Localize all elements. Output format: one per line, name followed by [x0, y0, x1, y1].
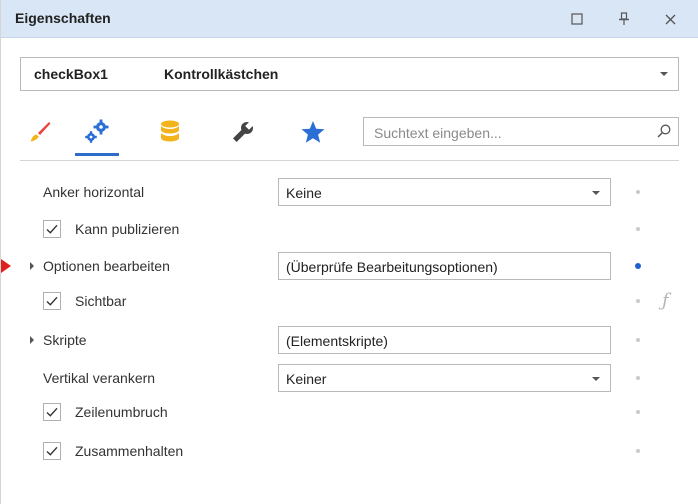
- search-box: [363, 117, 679, 146]
- kann-publizieren-checkbox[interactable]: [43, 220, 61, 238]
- divider: [20, 160, 679, 161]
- default-value-indicator[interactable]: [636, 449, 640, 453]
- checkmark-icon: [46, 224, 58, 234]
- property-row-skripte: Skripte (Elementskripte): [1, 323, 698, 357]
- brush-icon: [30, 122, 51, 142]
- search-input[interactable]: [372, 122, 646, 143]
- field-value: (Elementskripte): [286, 333, 388, 349]
- search-icon[interactable]: [656, 123, 672, 139]
- title-bar: Eigenschaften: [1, 0, 698, 38]
- checkbox-label: Zeilenumbruch: [75, 404, 168, 420]
- default-value-indicator[interactable]: [636, 410, 640, 414]
- tab-data[interactable]: [148, 112, 192, 152]
- checkbox-label: Sichtbar: [75, 293, 127, 309]
- property-row-vertikal-verankern: Vertikal verankern Keiner: [1, 361, 698, 395]
- chevron-down-icon: [660, 72, 668, 76]
- close-icon: [665, 14, 675, 24]
- zusammenhalten-checkbox[interactable]: [43, 442, 61, 460]
- chevron-down-icon: [592, 191, 600, 195]
- object-name: checkBox1: [34, 66, 108, 82]
- property-row-kann-publizieren: Kann publizieren: [1, 212, 698, 246]
- default-value-indicator[interactable]: [636, 299, 640, 303]
- tab-favorites[interactable]: [291, 112, 335, 152]
- default-value-indicator[interactable]: [636, 227, 640, 231]
- property-label: Vertikal verankern: [43, 370, 156, 386]
- property-row-sichtbar: Sichtbar ƒ: [1, 284, 698, 318]
- expand-arrow-icon[interactable]: [30, 262, 34, 270]
- checkmark-icon: [46, 407, 58, 417]
- expand-arrow-icon[interactable]: [30, 336, 34, 344]
- pin-icon: [619, 12, 629, 25]
- chevron-down-icon: [592, 377, 600, 381]
- object-type: Kontrollkästchen: [164, 66, 279, 82]
- property-label: Skripte: [43, 332, 87, 348]
- object-selector-dropdown[interactable]: checkBox1 Kontrollkästchen: [20, 57, 679, 91]
- gears-icon: [85, 119, 109, 143]
- function-icon[interactable]: ƒ: [662, 290, 669, 311]
- sichtbar-checkbox[interactable]: [43, 292, 61, 310]
- optionen-bearbeiten-field[interactable]: (Überprüfe Bearbeitungsoptionen): [278, 252, 611, 280]
- property-row-zusammenhalten: Zusammenhalten: [1, 434, 698, 468]
- wrench-icon: [233, 122, 253, 142]
- tab-appearance[interactable]: [17, 112, 61, 152]
- skripte-field[interactable]: (Elementskripte): [278, 326, 611, 354]
- panel-title: Eigenschaften: [15, 10, 111, 26]
- property-row-optionen-bearbeiten: Optionen bearbeiten (Überprüfe Bearbeitu…: [1, 249, 698, 283]
- property-label: Optionen bearbeiten: [43, 258, 170, 274]
- checkmark-icon: [46, 296, 58, 306]
- tab-properties[interactable]: [75, 112, 119, 156]
- anker-horizontal-dropdown[interactable]: Keine: [278, 178, 611, 206]
- pin-button[interactable]: [613, 8, 635, 30]
- star-icon: [301, 121, 325, 143]
- checkbox-label: Kann publizieren: [75, 221, 180, 237]
- default-value-indicator[interactable]: [636, 338, 640, 342]
- close-button[interactable]: [659, 8, 681, 30]
- vertikal-verankern-dropdown[interactable]: Keiner: [278, 364, 611, 392]
- property-row-zeilenumbruch: Zeilenumbruch: [1, 395, 698, 429]
- modified-value-indicator[interactable]: [635, 263, 641, 269]
- dropdown-value: Keine: [286, 185, 322, 201]
- properties-panel: Eigenschaften checkBox1 Kontrollkästchen: [0, 0, 698, 504]
- dropdown-value: Keiner: [286, 371, 327, 387]
- maximize-icon: [571, 13, 583, 25]
- tab-tools[interactable]: [221, 112, 265, 152]
- database-icon: [161, 120, 179, 142]
- marker-arrow-icon: [1, 259, 11, 273]
- default-value-indicator[interactable]: [636, 190, 640, 194]
- maximize-button[interactable]: [566, 8, 588, 30]
- default-value-indicator[interactable]: [636, 376, 640, 380]
- field-value: (Überprüfe Bearbeitungsoptionen): [286, 259, 498, 275]
- checkmark-icon: [46, 446, 58, 456]
- zeilenumbruch-checkbox[interactable]: [43, 403, 61, 421]
- checkbox-label: Zusammenhalten: [75, 443, 184, 459]
- property-row-anker-horizontal: Anker horizontal Keine: [1, 175, 698, 209]
- property-label: Anker horizontal: [43, 184, 145, 200]
